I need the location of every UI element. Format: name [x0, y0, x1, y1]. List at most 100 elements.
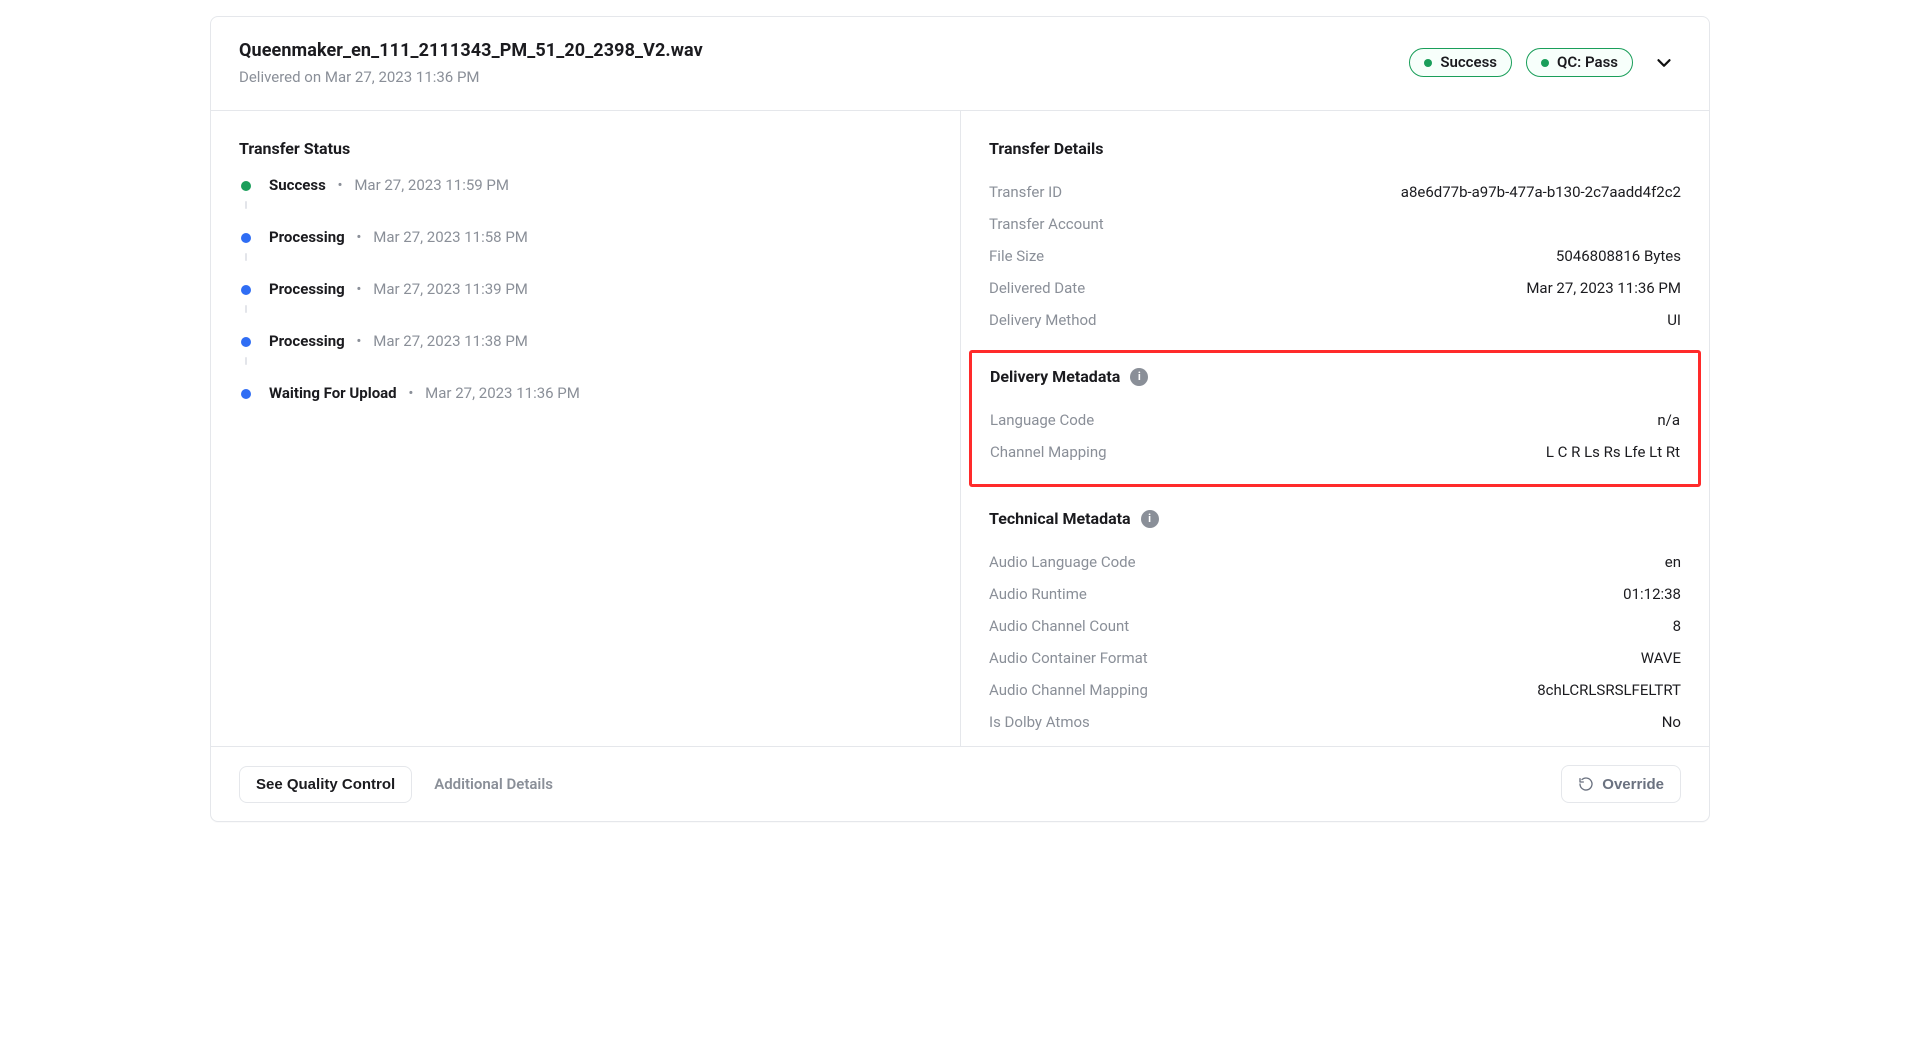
kv-value: Mar 27, 2023 11:36 PM: [1526, 279, 1681, 297]
card-body: Transfer Status Success • Mar 27, 2023 1…: [211, 111, 1709, 746]
header-left: Queenmaker_en_111_2111343_PM_51_20_2398_…: [239, 39, 703, 86]
kv-row: Delivery Method UI: [989, 304, 1681, 336]
see-quality-control-button[interactable]: See Quality Control: [239, 766, 412, 803]
timeline-label: Waiting For Upload: [269, 384, 397, 402]
status-badge-qc: QC: Pass: [1526, 48, 1633, 77]
delivery-metadata-title: Delivery Metadata i: [990, 367, 1680, 386]
kv-row: Audio Language Code en: [989, 546, 1681, 578]
technical-metadata-title: Technical Metadata i: [989, 509, 1681, 528]
transfer-status-title: Transfer Status: [239, 139, 932, 158]
kv-key: Transfer ID: [989, 183, 1062, 201]
refresh-icon: [1578, 776, 1594, 792]
kv-value: en: [1665, 553, 1681, 571]
timeline-item: Waiting For Upload • Mar 27, 2023 11:36 …: [239, 384, 932, 410]
kv-row: Audio Channel Mapping 8chLCRLSRSLFELTRT: [989, 674, 1681, 706]
status-badge-success: Success: [1409, 48, 1512, 77]
kv-key: Transfer Account: [989, 215, 1104, 233]
transfer-details-list: Transfer ID a8e6d77b-a97b-477a-b130-2c7aa…: [989, 176, 1681, 336]
kv-row: Audio Runtime 01:12:38: [989, 578, 1681, 610]
timeline-dot-icon: [241, 181, 251, 191]
delivered-on: Delivered on Mar 27, 2023 11:36 PM: [239, 68, 703, 86]
status-badge-success-label: Success: [1440, 55, 1497, 70]
kv-value: 01:12:38: [1623, 585, 1681, 603]
kv-value: a8e6d77b-a97b-477a-b130-2c7aadd4f2c2: [1401, 183, 1681, 201]
kv-value: 8chLCRLSRSLFELTRT: [1537, 681, 1681, 699]
kv-key: Audio Language Code: [989, 553, 1136, 571]
kv-value: L C R Ls Rs Lfe Lt Rt: [1546, 443, 1680, 461]
chevron-down-icon: [1653, 52, 1675, 74]
kv-value: 5046808816 Bytes: [1556, 247, 1681, 265]
transfer-status-timeline: Success • Mar 27, 2023 11:59 PM Processi…: [239, 176, 932, 410]
footer-left: See Quality Control Additional Details: [239, 766, 553, 803]
kv-key: Delivery Method: [989, 311, 1096, 329]
status-dot-icon: [1424, 59, 1432, 67]
col-transfer-status: Transfer Status Success • Mar 27, 2023 1…: [211, 111, 960, 746]
timeline-connector: [245, 253, 247, 261]
kv-row: Language Coden/a: [990, 404, 1680, 436]
col-details: Transfer Details Transfer ID a8e6d77b-a97…: [960, 111, 1709, 746]
override-label: Override: [1602, 777, 1664, 792]
kv-key: Delivered Date: [989, 279, 1085, 297]
timeline-timestamp: Mar 27, 2023 11:38 PM: [373, 332, 528, 350]
timeline-dot-icon: [241, 285, 251, 295]
kv-value: UI: [1667, 311, 1681, 329]
timeline-item: Processing • Mar 27, 2023 11:39 PM: [239, 280, 932, 332]
timeline-label: Processing: [269, 280, 345, 298]
timeline-label: Success: [269, 176, 326, 194]
kv-value: WAVE: [1641, 649, 1681, 667]
timeline-item: Processing • Mar 27, 2023 11:58 PM: [239, 228, 932, 280]
delivery-metadata-list: Language Coden/a Channel Mapping L C R Ls…: [990, 404, 1680, 468]
timeline-connector: [245, 305, 247, 313]
timeline-label: Processing: [269, 228, 345, 246]
kv-key: Audio Runtime: [989, 585, 1087, 603]
kv-key: Audio Container Format: [989, 649, 1148, 667]
timeline-dot-icon: [241, 389, 251, 399]
timeline-timestamp: Mar 27, 2023 11:39 PM: [373, 280, 528, 298]
timeline-item: Success • Mar 27, 2023 11:59 PM: [239, 176, 932, 228]
kv-row: Is Dolby Atmos No: [989, 706, 1681, 738]
kv-key: Audio Channel Count: [989, 617, 1129, 635]
timeline-connector: [245, 201, 247, 209]
kv-key: Is Dolby Atmos: [989, 713, 1090, 731]
info-icon[interactable]: i: [1130, 368, 1148, 386]
timeline-timestamp: Mar 27, 2023 11:58 PM: [373, 228, 528, 246]
delivery-metadata-title-text: Delivery Metadata: [990, 367, 1120, 386]
kv-key: Audio Channel Mapping: [989, 681, 1148, 699]
kv-row: Audio Channel Count8: [989, 610, 1681, 642]
kv-row: Transfer Account: [989, 208, 1681, 240]
kv-value: No: [1662, 713, 1681, 731]
kv-row: Channel Mapping L C R Ls Rs Lfe Lt Rt: [990, 436, 1680, 468]
file-title: Queenmaker_en_111_2111343_PM_51_20_2398_…: [239, 39, 703, 62]
header-right: Success QC: Pass: [1409, 46, 1681, 80]
timeline-separator: •: [356, 228, 361, 246]
status-dot-icon: [1541, 59, 1549, 67]
info-icon[interactable]: i: [1141, 510, 1159, 528]
kv-row: Audio Container Format WAVE: [989, 642, 1681, 674]
kv-row: Transfer ID a8e6d77b-a97b-477a-b130-2c7aa…: [989, 176, 1681, 208]
timeline-timestamp: Mar 27, 2023 11:59 PM: [354, 176, 509, 194]
technical-metadata-list: Audio Language Code en Audio Runtime 01:12…: [989, 546, 1681, 738]
timeline-label: Processing: [269, 332, 345, 350]
technical-metadata-title-text: Technical Metadata: [989, 509, 1131, 528]
timeline-dot-icon: [241, 337, 251, 347]
card-header: Queenmaker_en_111_2111343_PM_51_20_2398_…: [211, 17, 1709, 111]
kv-key: File Size: [989, 247, 1044, 265]
timeline-dot-icon: [241, 233, 251, 243]
timeline-connector: [245, 357, 247, 365]
card-footer: See Quality Control Additional Details O…: [211, 746, 1709, 821]
timeline-separator: •: [356, 280, 361, 298]
kv-key: Channel Mapping: [990, 443, 1107, 461]
additional-details-link[interactable]: Additional Details: [434, 775, 553, 793]
transfer-details-title: Transfer Details: [989, 139, 1681, 158]
status-badge-qc-label: QC: Pass: [1557, 55, 1618, 70]
timeline-separator: •: [356, 332, 361, 350]
delivery-card: Queenmaker_en_111_2111343_PM_51_20_2398_…: [210, 16, 1710, 822]
timeline-item: Processing • Mar 27, 2023 11:38 PM: [239, 332, 932, 384]
kv-row: Delivered Date Mar 27, 2023 11:36 PM: [989, 272, 1681, 304]
delivery-metadata-highlight: Delivery Metadata i Language Coden/a Cha…: [969, 350, 1701, 487]
timeline-separator: •: [408, 384, 413, 402]
expand-collapse-toggle[interactable]: [1647, 46, 1681, 80]
override-button[interactable]: Override: [1561, 765, 1681, 803]
timeline-timestamp: Mar 27, 2023 11:36 PM: [425, 384, 580, 402]
kv-row: File Size 5046808816 Bytes: [989, 240, 1681, 272]
